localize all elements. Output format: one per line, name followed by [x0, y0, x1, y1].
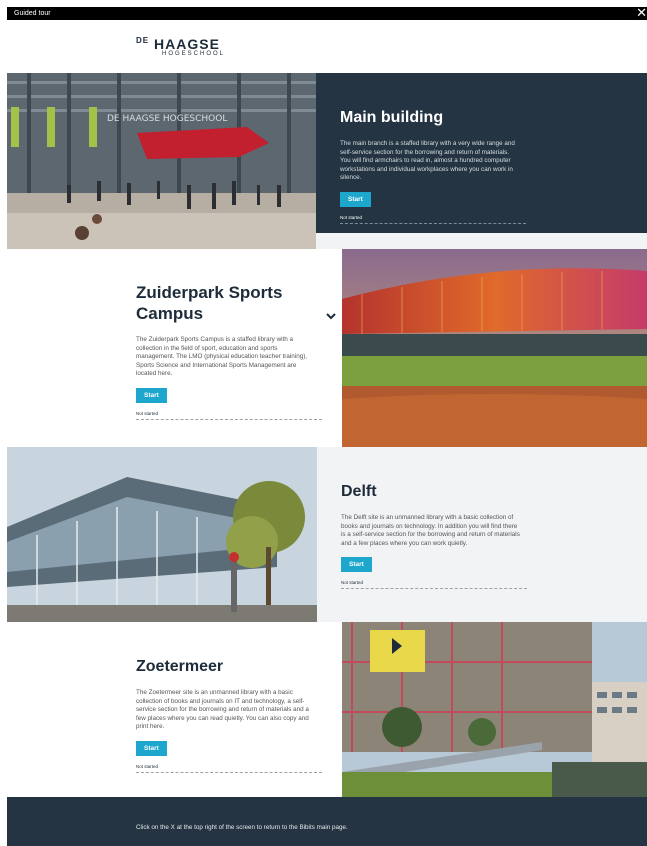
zuiderpark-photo [342, 249, 647, 447]
start-button[interactable]: Start [341, 557, 372, 573]
status-label: Not started [341, 580, 364, 586]
status-label: Not started [136, 763, 159, 769]
location-description: The Zuiderpark Sports Campus is a staffe… [136, 336, 308, 378]
location-description: The Zoetermeer site is an unmanned libra… [136, 689, 309, 731]
close-icon[interactable]: ✕ [636, 5, 647, 20]
panel-divider [316, 233, 647, 249]
progress-bar [340, 222, 526, 224]
start-button[interactable]: Start [136, 740, 167, 756]
main-building-photo: DE HAAGSE HOGESCHOOL [7, 73, 316, 249]
status-label: Not started [136, 410, 159, 416]
progress-bar [136, 418, 322, 420]
location-title: Zoetermeer [136, 658, 224, 675]
main-building-panel: Main building The main branch is a staff… [316, 73, 647, 233]
start-button[interactable]: Start [136, 387, 167, 403]
delft-panel: Delft The Delft site is an unmanned libr… [317, 447, 647, 622]
progress-bar [341, 588, 527, 590]
guided-tour-title: Guided tour [14, 10, 51, 17]
status-label: Not started [340, 214, 363, 220]
location-delft: Delft The Delft site is an unmanned libr… [7, 447, 647, 622]
delft-photo [7, 447, 317, 622]
building-sign-text: DE HAAGSE HOGESCHOOL [107, 114, 227, 124]
logo-sub: HOGESCHOOL [162, 51, 226, 57]
location-description: The Delft site is an unmanned library wi… [341, 514, 520, 547]
zuiderpark-panel: Zuiderpark Sports Campus The Zuiderpark … [7, 249, 342, 447]
start-button[interactable]: Start [340, 191, 371, 207]
logo-name: HAAGSE [154, 36, 220, 52]
location-zuiderpark: Zuiderpark Sports Campus The Zuiderpark … [7, 249, 647, 447]
location-title: Delft [341, 483, 377, 500]
logo-prefix: DE [136, 36, 150, 45]
location-title: Main building [340, 109, 444, 126]
location-main-building: DE HAAGSE HOGESCHOOL Main building The m… [7, 73, 647, 249]
zoetermeer-panel: Zoetermeer The Zoetermeer site is an unm… [7, 622, 342, 797]
zoetermeer-photo [342, 622, 647, 797]
guided-tour-bar: Guided tour ✕ [7, 5, 647, 20]
chevron-down-icon [326, 313, 336, 320]
location-title: Zuiderpark Sports Campus [136, 283, 283, 323]
location-zoetermeer: Zoetermeer The Zoetermeer site is an unm… [7, 622, 647, 797]
scroll-down-button[interactable] [323, 308, 339, 324]
hhs-logo: DE HAAGSE HOGESCHOOL [136, 36, 225, 57]
footer: Click on the X at the top right of the s… [7, 797, 647, 846]
location-description: The main branch is a staffed library wit… [340, 140, 515, 182]
progress-bar [136, 771, 322, 773]
footer-message: Click on the X at the top right of the s… [136, 824, 348, 831]
